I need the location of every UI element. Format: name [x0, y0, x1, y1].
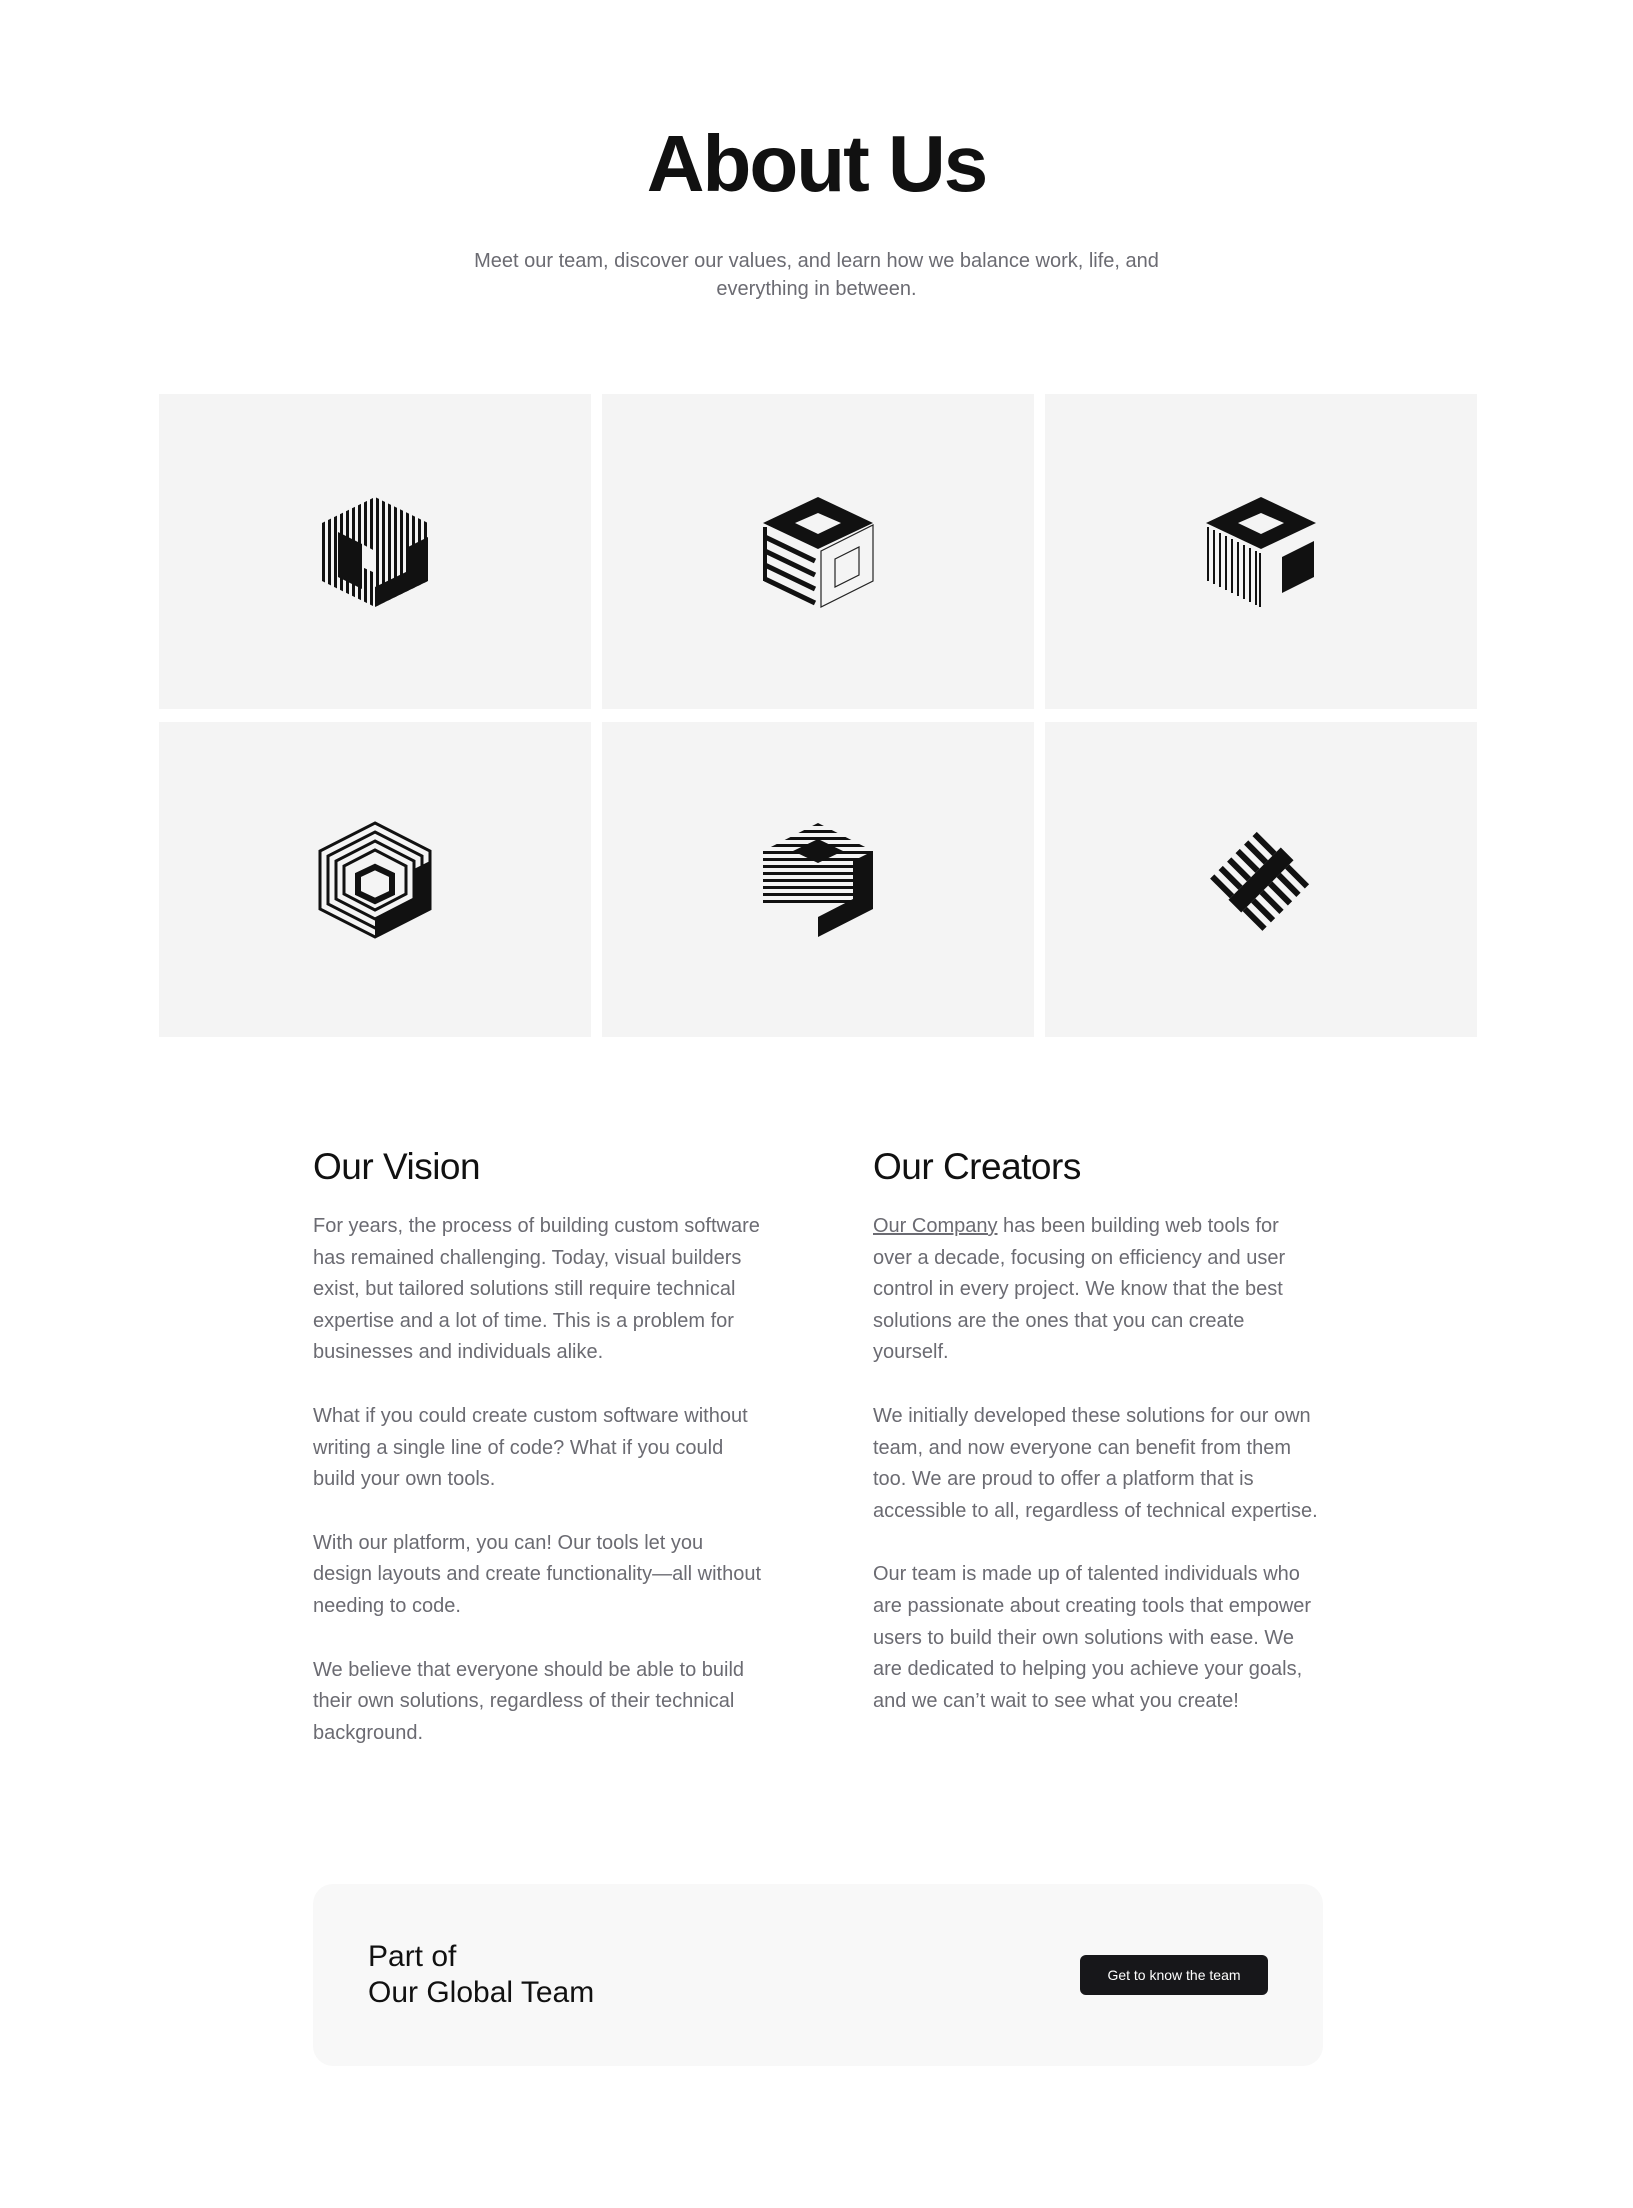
logo-grid — [159, 394, 1477, 1037]
concentric-hexagon-logo-icon — [318, 820, 432, 939]
creators-paragraph-text: has been building web tools for over a d… — [873, 1215, 1286, 1364]
hero-section: About Us Meet our team, discover our val… — [0, 118, 1633, 303]
horizontal-stripe-cube-logo-icon — [763, 822, 873, 937]
creators-paragraph: We initially developed these solutions f… — [873, 1404, 1318, 1522]
vision-paragraph: With our platform, you can! Our tools le… — [313, 1531, 762, 1617]
logo-tile — [1045, 394, 1477, 709]
page-subtitle: Meet our team, discover our values, and … — [474, 250, 1159, 300]
cta-title: Part of Our Global Team — [368, 1939, 594, 2011]
creators-paragraph: Our Company has been building web tools … — [873, 1211, 1323, 1369]
creators-column: Our Creators Our Company has been buildi… — [873, 1145, 1323, 1781]
get-to-know-team-button[interactable]: Get to know the team — [1080, 1955, 1268, 1995]
logo-tile — [602, 722, 1034, 1037]
about-page: About Us Meet our team, discover our val… — [0, 0, 1633, 2208]
about-columns: Our Vision For years, the process of bui… — [313, 1145, 1323, 1781]
logo-tile — [159, 394, 591, 709]
vision-paragraph: What if you could create custom software… — [313, 1404, 748, 1491]
cta-title-line: Our Global Team — [368, 1976, 595, 2009]
wireframe-cube-logo-icon — [763, 496, 874, 608]
vision-paragraph: For years, the process of building custo… — [313, 1215, 760, 1364]
vision-heading: Our Vision — [313, 1146, 481, 1187]
vision-column: Our Vision For years, the process of bui… — [313, 1145, 763, 1781]
logo-tile — [602, 394, 1034, 709]
striped-cube-logo-icon — [322, 496, 428, 607]
cta-title-line: Part of — [368, 1940, 457, 1973]
lined-cube-logo-icon — [1206, 496, 1316, 607]
logo-tile — [159, 722, 591, 1037]
team-cta-card: Part of Our Global Team Get to know the … — [313, 1884, 1323, 2066]
page-title: About Us — [646, 119, 989, 208]
comb-diamond-logo-icon — [1210, 831, 1310, 931]
company-link[interactable]: Our Company — [873, 1215, 998, 1237]
creators-paragraph: Our team is made up of talented individu… — [873, 1563, 1312, 1712]
vision-paragraph: We believe that everyone should be able … — [313, 1658, 745, 1744]
creators-heading: Our Creators — [873, 1146, 1081, 1187]
logo-tile — [1045, 722, 1477, 1037]
